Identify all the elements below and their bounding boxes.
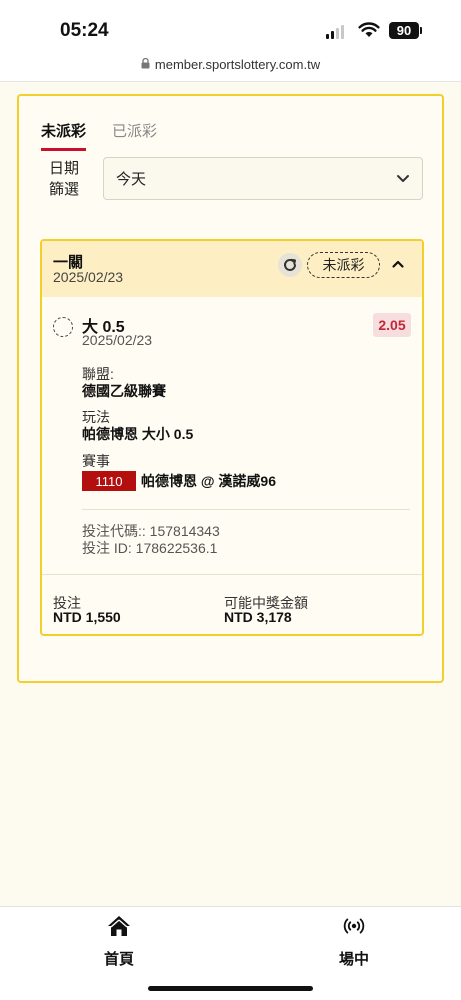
chevron-up-icon[interactable] <box>391 257 405 276</box>
tab-unsettled[interactable]: 未派彩 <box>41 120 87 151</box>
date-filter-select[interactable]: 今天 <box>103 157 423 200</box>
refresh-icon[interactable] <box>278 253 302 277</box>
browser-url-bar[interactable]: member.sportslottery.com.tw <box>0 48 461 82</box>
event-row: 1110 帕德博恩 @ 漢諾威96 <box>82 471 276 491</box>
payout-value: NTD 3,178 <box>224 609 292 625</box>
bet-date: 2025/02/23 <box>53 269 124 285</box>
selection-date: 2025/02/23 <box>82 332 153 348</box>
event-id-badge: 1110 <box>82 471 136 491</box>
divider <box>42 574 422 575</box>
home-icon <box>107 916 131 941</box>
bet-status-badge: 未派彩 <box>307 252 380 278</box>
live-broadcast-icon <box>343 918 365 941</box>
url-text: member.sportslottery.com.tw <box>154 57 321 72</box>
status-time: 05:24 <box>60 20 109 41</box>
bet-card: 一關 2025/02/23 未派彩 大 0.5 2025/02/23 2.05 … <box>40 239 424 636</box>
bet-id: 投注 ID: 178622536.1 <box>82 540 218 556</box>
bet-records-panel: 未派彩 已派彩 日期 篩選 今天 一關 2025/02/23 未派彩 大 0.5… <box>17 94 444 683</box>
cellular-signal-icon <box>326 25 344 39</box>
nav-home-label: 首頁 <box>103 951 134 968</box>
date-filter-label-line1: 日期 <box>49 160 80 177</box>
chevron-down-icon <box>396 171 410 189</box>
nav-home[interactable]: 首頁 <box>79 915 159 969</box>
odds-badge: 2.05 <box>373 313 411 337</box>
home-indicator[interactable] <box>148 986 313 991</box>
bet-code: 投注代碼:: 157814343 <box>82 523 220 539</box>
bet-reference: 投注代碼:: 157814343 投注 ID: 178622536.1 <box>82 523 220 557</box>
stake-value: NTD 1,550 <box>53 609 121 625</box>
nav-live-label: 場中 <box>338 951 369 968</box>
date-filter-label-line2: 篩選 <box>49 181 80 198</box>
lock-icon <box>141 57 150 72</box>
divider <box>82 509 410 510</box>
wifi-icon <box>358 22 380 43</box>
status-bar: 05:24 90 <box>0 0 461 48</box>
nav-live[interactable]: 場中 <box>314 915 394 969</box>
event-label: 賽事 <box>82 453 110 469</box>
selection-status-icon <box>53 317 73 337</box>
date-filter-label: 日期 篩選 <box>49 158 79 200</box>
league-value: 德國乙級聯賽 <box>82 383 166 399</box>
date-filter-value: 今天 <box>116 171 147 188</box>
event-name: 帕德博恩 @ 漢諾威96 <box>141 473 277 489</box>
battery-tip <box>420 27 422 34</box>
market-value: 帕德博恩 大小 0.5 <box>82 426 194 442</box>
tab-settled[interactable]: 已派彩 <box>112 120 157 151</box>
battery-icon: 90 <box>389 22 419 39</box>
bet-card-header[interactable]: 一關 2025/02/23 未派彩 <box>42 241 422 297</box>
payout-tabs: 未派彩 已派彩 <box>41 120 157 151</box>
